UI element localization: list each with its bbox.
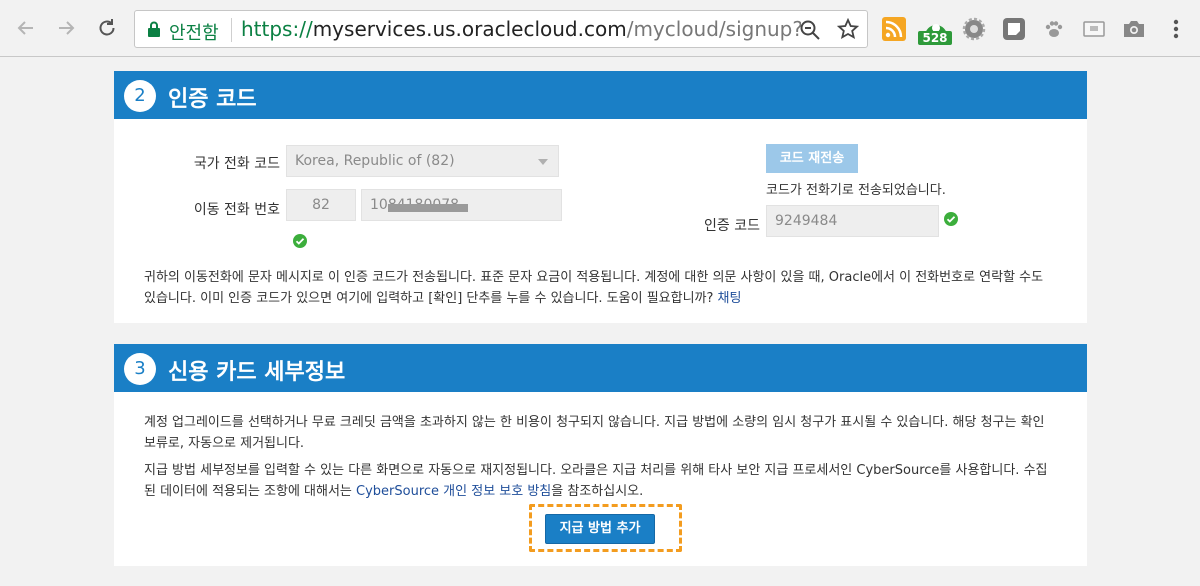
lock-icon	[148, 21, 160, 37]
charge-info-text: 계정 업그레이드를 선택하거나 무료 크레딧 금액을 초과하지 않는 한 비용이…	[144, 412, 1056, 454]
url-protocol: https://	[241, 17, 313, 41]
note-icon[interactable]	[1000, 14, 1028, 44]
camera-icon[interactable]	[1120, 14, 1148, 44]
rss-icon[interactable]	[880, 14, 908, 44]
country-code-value: Korea, Republic of (82)	[295, 153, 455, 169]
verification-info-body: 귀하의 이동전화에 문자 메시지로 이 인증 코드가 전송됩니다. 표준 문자 …	[144, 270, 1044, 306]
mobile-number-label: 이동 전화 번호	[193, 202, 280, 218]
address-bar[interactable]: 안전함 https://myservices.us.oraclecloud.co…	[134, 10, 868, 48]
chevron-down-icon	[538, 159, 548, 165]
menu-icon[interactable]	[1162, 14, 1190, 44]
step-number-2: 2	[124, 80, 156, 112]
secure-label: 안전함	[169, 23, 219, 44]
cybersource-privacy-link[interactable]: CyberSource 개인 정보 보호 방침	[356, 484, 551, 499]
credit-card-header: 3 신용 카드 세부정보	[114, 344, 1087, 392]
star-icon[interactable]	[837, 18, 859, 40]
resend-code-button[interactable]: 코드 재전송	[766, 144, 858, 173]
step-number-3: 3	[124, 353, 156, 385]
page-content: 2 인증 코드 국가 전화 코드 Korea, Republic of (82)…	[0, 58, 1200, 586]
back-arrow-icon[interactable]	[12, 14, 40, 42]
verification-section: 2 인증 코드 국가 전화 코드 Korea, Republic of (82)…	[114, 71, 1087, 323]
country-code-label: 국가 전화 코드	[193, 156, 280, 172]
credit-card-section: 3 신용 카드 세부정보 계정 업그레이드를 선택하거나 무료 크레딧 금액을 …	[114, 344, 1087, 566]
credit-card-title: 신용 카드 세부정보	[168, 360, 346, 385]
mobile-number-field[interactable]: 1084180078	[361, 189, 562, 221]
add-payment-method-button[interactable]: 지급 방법 추가	[545, 514, 655, 544]
charge-info-paragraph: 계정 업그레이드를 선택하거나 무료 크레딧 금액을 초과하지 않는 한 비용이…	[144, 415, 1045, 451]
check-icon	[944, 212, 958, 226]
box-icon[interactable]	[1080, 14, 1108, 44]
redaction-bar	[388, 204, 468, 212]
code-sent-message: 코드가 전화기로 전송되었습니다.	[766, 183, 946, 198]
check-icon	[293, 234, 307, 248]
url-path: /mycloud/signup?l...	[626, 17, 801, 41]
redirect-info-tail: 을 참조하십시오.	[551, 484, 644, 499]
browser-toolbar: 안전함 https://myservices.us.oraclecloud.co…	[0, 0, 1200, 57]
verification-info-text: 귀하의 이동전화에 문자 메시지로 이 인증 코드가 전송됩니다. 표준 문자 …	[144, 267, 1056, 309]
verification-title: 인증 코드	[168, 87, 257, 112]
mobile-prefix-field[interactable]: 82	[286, 189, 356, 221]
redirect-info-text: 지급 방법 세부정보를 입력할 수 있는 다른 화면으로 자동으로 재지정됩니다…	[144, 460, 1056, 502]
verification-code-label: 인증 코드	[704, 218, 760, 234]
url-text[interactable]: https://myservices.us.oraclecloud.com/my…	[241, 17, 801, 41]
forward-arrow-icon[interactable]	[52, 14, 80, 42]
verification-header: 2 인증 코드	[114, 71, 1087, 119]
chat-link[interactable]: 채팅	[718, 291, 742, 306]
verification-code-field[interactable]: 9249484	[766, 205, 939, 237]
extension-badge-count: 528	[918, 31, 952, 45]
url-host: myservices.us.oraclecloud.com	[312, 17, 627, 41]
gear-icon[interactable]	[960, 14, 988, 44]
country-code-select[interactable]: Korea, Republic of (82)	[286, 145, 559, 177]
zoom-icon[interactable]	[799, 19, 821, 41]
reload-icon[interactable]	[93, 14, 121, 42]
paw-icon[interactable]	[1040, 14, 1068, 44]
omnibox-divider	[231, 18, 232, 42]
